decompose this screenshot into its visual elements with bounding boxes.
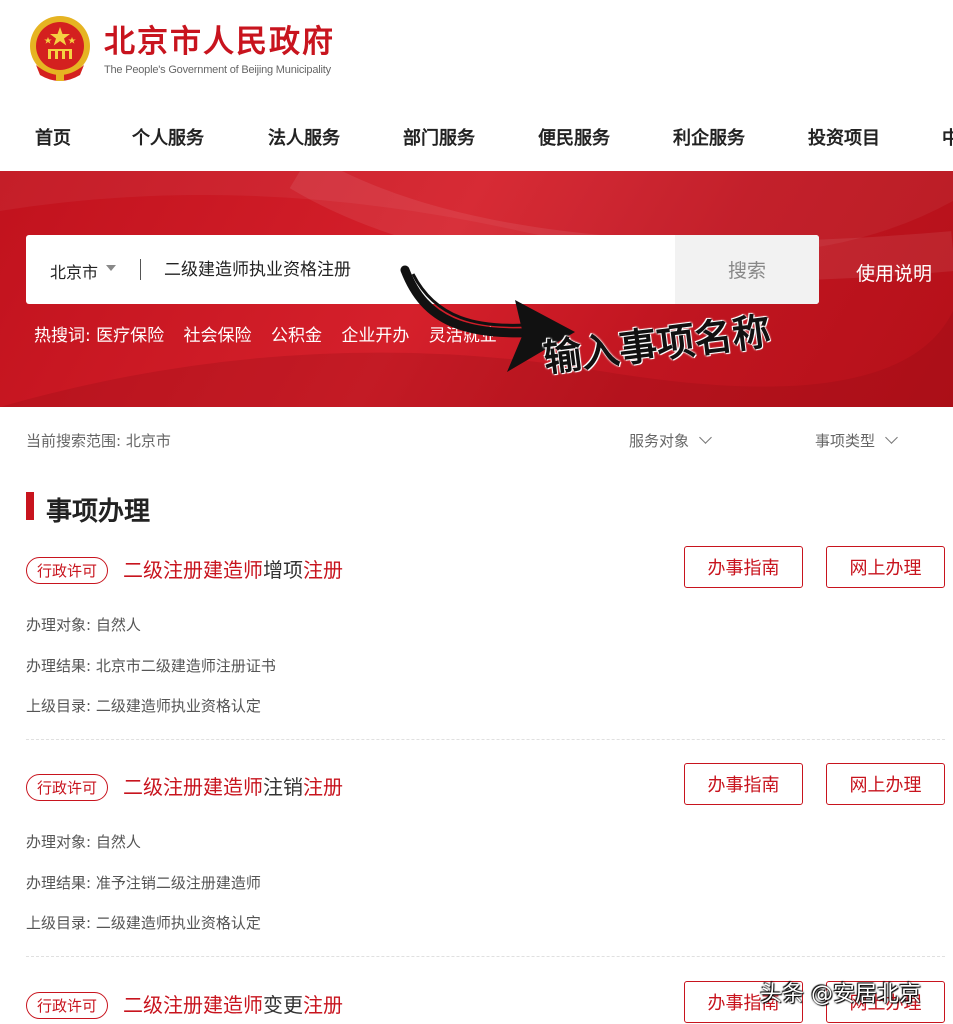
- chevron-down-icon: [699, 431, 712, 444]
- guide-button[interactable]: 办事指南: [684, 763, 803, 805]
- nav-item-business[interactable]: 利企服务: [673, 124, 745, 150]
- section-accent-bar: [26, 492, 34, 520]
- filter-label: 事项类型: [815, 432, 876, 450]
- list-item: 行政许可 二级注册建造师增项注册 办事指南 网上办理 办理对象: 自然人 办理结…: [26, 546, 945, 746]
- item-catalog: 上级目录: 二级建造师执业资格认定: [26, 697, 261, 715]
- main-nav: 首页 个人服务 法人服务 部门服务 便民服务 利企服务 投资项目 中: [0, 105, 953, 171]
- nav-item-personal[interactable]: 个人服务: [132, 124, 204, 150]
- item-type-badge: 行政许可: [26, 557, 109, 584]
- site-title[interactable]: 北京市人民政府: [104, 16, 335, 61]
- item-result: 办理结果: 准予注销二级注册建造师: [26, 874, 261, 892]
- nav-item-department[interactable]: 部门服务: [403, 124, 475, 150]
- online-handle-button[interactable]: 网上办理: [826, 763, 945, 805]
- item-divider: [26, 739, 945, 740]
- caret-down-icon[interactable]: [106, 265, 116, 271]
- hot-term[interactable]: 社会保险: [184, 326, 252, 346]
- hot-term[interactable]: 医疗保险: [96, 326, 164, 346]
- section-title: 事项办理: [46, 497, 151, 527]
- item-target: 办理对象: 自然人: [26, 833, 141, 851]
- item-divider: [26, 956, 945, 957]
- chevron-down-icon: [885, 431, 898, 444]
- list-item: 行政许可 二级注册建造师注销注册 办事指南 网上办理 办理对象: 自然人 办理结…: [26, 763, 945, 963]
- item-type-badge: 行政许可: [26, 774, 109, 801]
- item-title[interactable]: 二级注册建造师增项注册: [123, 554, 343, 583]
- hot-terms-label: 热搜词:: [34, 326, 91, 346]
- item-target: 办理对象: 自然人: [26, 616, 141, 634]
- item-title[interactable]: 二级注册建造师注销注册: [123, 771, 343, 800]
- search-button[interactable]: 搜索: [675, 235, 819, 304]
- filter-label: 服务对象: [629, 432, 690, 450]
- filter-item-type[interactable]: 事项类型: [815, 430, 898, 451]
- nav-item-investment[interactable]: 投资项目: [808, 124, 880, 150]
- item-title[interactable]: 二级注册建造师变更注册: [123, 989, 343, 1018]
- region-divider: [140, 259, 141, 280]
- search-scope: 当前搜索范围: 北京市: [26, 432, 171, 450]
- guide-button[interactable]: 办事指南: [684, 546, 803, 588]
- filter-service-target[interactable]: 服务对象: [629, 430, 712, 451]
- site-header: 北京市人民政府 The People's Government of Beiji…: [0, 0, 953, 105]
- region-select[interactable]: 北京市: [50, 259, 98, 283]
- nav-item-convenience[interactable]: 便民服务: [538, 124, 610, 150]
- item-type-badge: 行政许可: [26, 992, 109, 1019]
- site-subtitle: The People's Government of Beijing Munic…: [104, 64, 331, 76]
- item-catalog: 上级目录: 二级建造师执业资格认定: [26, 914, 261, 932]
- nav-item-more[interactable]: 中: [942, 124, 953, 150]
- help-link[interactable]: 使用说明: [856, 259, 932, 286]
- online-handle-button[interactable]: 网上办理: [826, 546, 945, 588]
- item-result: 办理结果: 北京市二级建造师注册证书: [26, 657, 276, 675]
- hot-term[interactable]: 公积金: [271, 326, 322, 346]
- nav-item-corporate[interactable]: 法人服务: [268, 124, 340, 150]
- nav-item-home[interactable]: 首页: [35, 124, 71, 150]
- watermark: 头条 @安居北京: [760, 982, 921, 1007]
- national-emblem-icon[interactable]: [26, 13, 94, 83]
